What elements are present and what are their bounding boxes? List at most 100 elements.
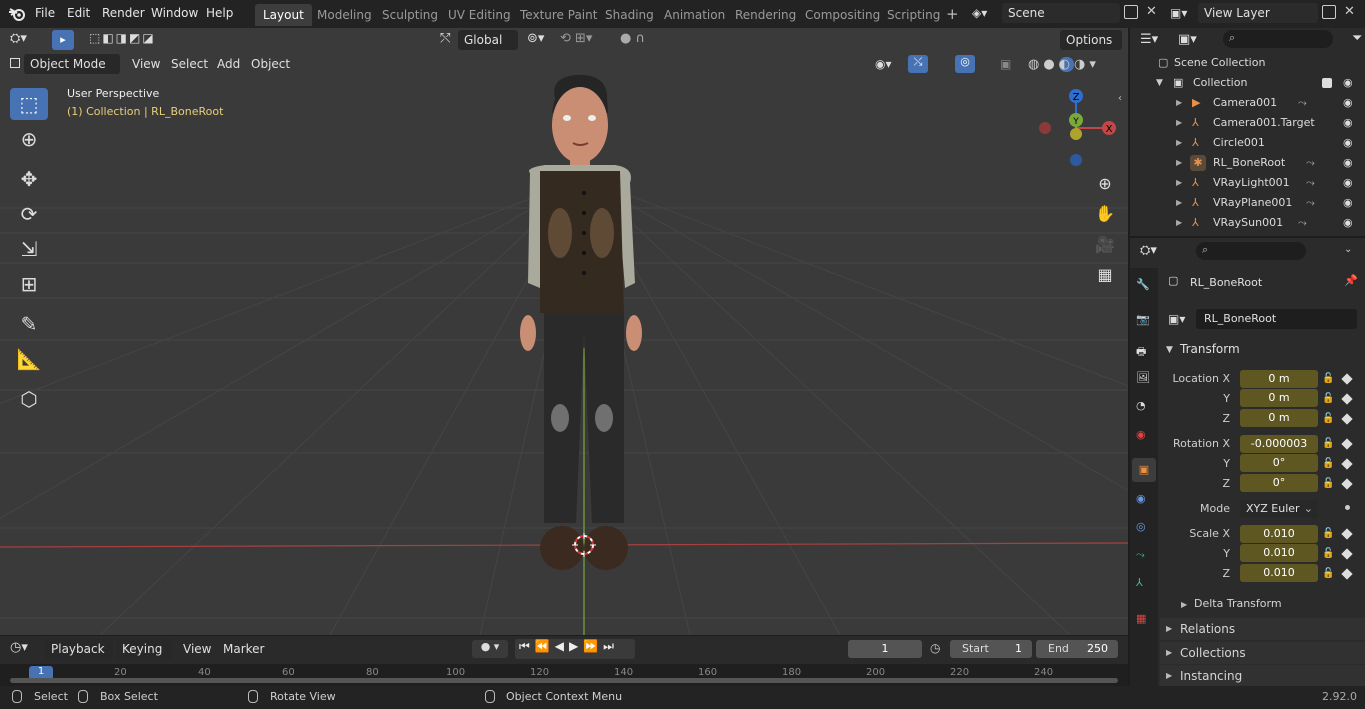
eye-icon[interactable]: ◉ [1343, 113, 1353, 133]
object-name-field[interactable]: RL_BoneRoot [1196, 309, 1357, 329]
menu-keying[interactable]: Keying [116, 639, 172, 659]
tab-scripting[interactable]: Scripting [879, 4, 948, 26]
tab-layout[interactable]: Layout [255, 4, 312, 26]
annotate-icon[interactable]: ✎ [10, 308, 48, 340]
visibility-icon[interactable]: ◉▾ [875, 57, 892, 71]
xray-icon[interactable]: ▣ [1000, 57, 1011, 71]
pivot-icon[interactable]: ⊚▾ [527, 31, 544, 46]
properties-editor-icon[interactable]: ⛭▾ [1140, 243, 1157, 258]
lock-icon[interactable]: 🔓 [1322, 478, 1334, 490]
scene-tab-icon[interactable]: ◔ [1136, 399, 1146, 412]
chevron-right-icon[interactable]: ▶ [1176, 173, 1182, 193]
mode-dropdown[interactable]: Object Mode [24, 54, 120, 74]
outliner[interactable]: ☰▾ ▣▾ ⌕ ⏷ ▢ Scene Collection ▼ ▣ Collect… [1130, 28, 1365, 236]
scale-x-field[interactable]: 0.010 [1240, 525, 1318, 543]
pin-icon[interactable]: 📌 [1344, 274, 1358, 287]
menu-marker[interactable]: Marker [223, 642, 264, 656]
pan-hand-icon[interactable]: ✋ [1092, 200, 1118, 226]
tab-rendering[interactable]: Rendering [727, 4, 804, 26]
options-button[interactable]: Options [1060, 30, 1122, 50]
view-layer-field[interactable]: View Layer [1198, 3, 1318, 23]
outliner-item[interactable]: ▶ ⅄ Circle001 ◉ [1130, 133, 1365, 153]
gizmo-toggle-icon[interactable]: ⤯ [908, 55, 928, 73]
remove-view-layer-icon[interactable]: ✕ [1344, 4, 1355, 19]
chevron-right-icon[interactable]: ▶ [1176, 93, 1182, 113]
location-y-field[interactable]: 0 m [1240, 389, 1318, 407]
lock-icon[interactable]: 🔓 [1322, 528, 1334, 540]
sidebar-toggle-icon[interactable]: ‹ [1118, 93, 1122, 104]
collection-checkbox[interactable] [1322, 78, 1332, 88]
lock-icon[interactable]: 🔓 [1322, 373, 1334, 385]
scene-field[interactable]: Scene [1002, 3, 1120, 23]
location-x-field[interactable]: 0 m [1240, 370, 1318, 388]
lock-icon[interactable]: 🔓 [1322, 393, 1334, 405]
shading-mode-icons[interactable]: ◍●◐◑▾ [1028, 57, 1100, 72]
tab-modeling[interactable]: Modeling [309, 4, 380, 26]
lock-icon[interactable]: 🔓 [1322, 458, 1334, 470]
camera-view-icon[interactable]: 🎥 [1092, 231, 1118, 257]
eye-icon[interactable]: ◉ [1343, 73, 1353, 93]
display-mode-icon[interactable]: ▣▾ [1178, 32, 1197, 47]
preview-range-icon[interactable]: ◷ [930, 641, 940, 655]
tool-tab-icon[interactable]: 🔧 [1136, 278, 1150, 291]
view-layer-tab-icon[interactable]: 🖼 [1136, 371, 1150, 384]
editor-type-icon[interactable]: ⛭▾ [10, 31, 27, 46]
proportional-edit-icon[interactable]: ● ∩ [620, 31, 645, 46]
chevron-down-icon[interactable]: ▼ [1156, 73, 1163, 93]
outliner-item[interactable]: ▶ ⅄ VRayLight001 ⤳ ◉ [1130, 173, 1365, 193]
tab-uv-editing[interactable]: UV Editing [440, 4, 519, 26]
chevron-right-icon[interactable]: ▶ [1176, 113, 1182, 133]
outliner-editor-icon[interactable]: ☰▾ [1140, 32, 1158, 47]
select-box-icon[interactable]: ⬚ [10, 88, 48, 120]
timeline-editor-icon[interactable]: ◷▾ [10, 640, 28, 655]
eye-icon[interactable]: ◉ [1343, 193, 1353, 213]
end-frame-field[interactable]: End 250 [1036, 640, 1118, 658]
snap-icon[interactable]: ⟲ ⊞▾ [560, 31, 592, 46]
cursor-icon[interactable]: ⊕ [10, 123, 48, 155]
eye-icon[interactable]: ◉ [1343, 133, 1353, 153]
tab-shading[interactable]: Shading [597, 4, 662, 26]
orientation-dropdown[interactable]: Global [458, 30, 518, 50]
blender-logo-icon[interactable] [8, 6, 26, 22]
menu-select[interactable]: Select [171, 57, 208, 71]
properties-search-input[interactable]: ⌕ [1196, 242, 1306, 260]
lock-icon[interactable]: 🔓 [1322, 438, 1334, 450]
rotation-mode-dropdown[interactable]: XYZ Euler ⌄ [1240, 500, 1318, 518]
tab-animation[interactable]: Animation [656, 4, 733, 26]
modifiers-tab-icon[interactable]: ◉ [1136, 492, 1146, 505]
tab-sculpting[interactable]: Sculpting [374, 4, 446, 26]
scale-icon[interactable]: ⇲ [10, 233, 48, 265]
relations-panel[interactable]: ▶ Relations [1160, 618, 1365, 640]
outliner-search-input[interactable]: ⌕ [1223, 30, 1333, 48]
perspective-toggle-icon[interactable]: ▦ [1092, 261, 1118, 287]
outliner-item[interactable]: ▶ ⅄ VRaySun001 ⤳ ◉ [1130, 213, 1365, 233]
lock-icon[interactable]: 🔓 [1322, 568, 1334, 580]
3d-viewport[interactable]: ⛭▾ ▸ ⬚◧◨◩◪ ⤲ Global ⊚▾ ⟲ ⊞▾ ● ∩ Options … [0, 28, 1128, 635]
menu-playback[interactable]: Playback [45, 639, 113, 659]
transform-chevron-icon[interactable]: ▼ [1166, 345, 1173, 355]
measure-icon[interactable]: 📐 [10, 343, 48, 375]
menu-view[interactable]: View [132, 57, 160, 71]
tab-texture-paint[interactable]: Texture Paint [512, 4, 605, 26]
menu-help[interactable]: Help [206, 6, 233, 20]
view-layer-selector-icon[interactable]: ▣▾ [1170, 6, 1196, 22]
rotation-z-field[interactable]: 0° [1240, 474, 1318, 492]
chevron-right-icon[interactable]: ▶ [1176, 213, 1182, 233]
zoom-icon[interactable]: ⊕ [1092, 170, 1118, 196]
playback-controls-icons[interactable]: ⏮⏪◀▶⏩⏭ [515, 639, 635, 659]
eye-icon[interactable]: ◉ [1343, 173, 1353, 193]
instancing-panel[interactable]: ▶ Instancing [1160, 665, 1365, 686]
add-cube-icon[interactable]: ⬡ [10, 383, 48, 415]
start-frame-field[interactable]: Start 1 [950, 640, 1032, 658]
current-frame-field[interactable]: 1 [848, 640, 922, 658]
outliner-item[interactable]: ▶ ⅄ VRayPlane001 ⤳ ◉ [1130, 193, 1365, 213]
menu-object[interactable]: Object [251, 57, 290, 71]
outliner-item[interactable]: ▶ ▶ Camera001 ⤳ ◉ [1130, 93, 1365, 113]
frame-ruler[interactable]: 1 20 40 60 80 100 120 140 160 180 200 22… [0, 664, 1128, 686]
chevron-down-icon[interactable]: ⌄ [1344, 244, 1352, 255]
select-mode-icon[interactable]: ▸ [52, 30, 74, 50]
timeline-menu-view[interactable]: View [183, 642, 211, 656]
timeline-scrollbar[interactable] [10, 678, 1118, 683]
chevron-right-icon[interactable]: ▶ [1176, 193, 1182, 213]
menu-add[interactable]: Add [217, 57, 240, 71]
